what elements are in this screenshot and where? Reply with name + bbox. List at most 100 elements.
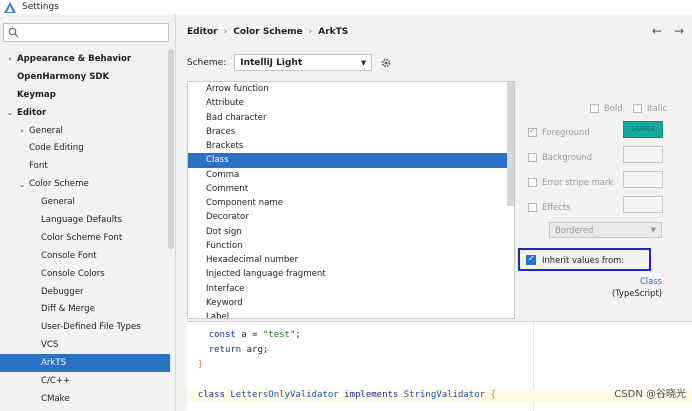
chevron-down-icon: ▼ bbox=[650, 226, 656, 234]
italic-checkbox[interactable] bbox=[633, 103, 642, 113]
list-item[interactable]: Bad character bbox=[188, 111, 514, 125]
search-input[interactable] bbox=[3, 23, 169, 42]
list-item[interactable]: Component name bbox=[188, 196, 514, 210]
sidebar-item-label: General bbox=[41, 197, 75, 208]
sidebar-item-label: Code Editing bbox=[29, 143, 84, 154]
search-icon bbox=[8, 27, 19, 38]
chevron-down-icon: ▼ bbox=[360, 58, 367, 67]
sidebar-item-label: Debugger bbox=[41, 286, 84, 297]
code-line: const a = "test"; bbox=[208, 330, 301, 340]
list-item[interactable]: Dot sign bbox=[188, 225, 514, 239]
forward-arrow-icon[interactable]: → bbox=[674, 24, 684, 38]
chevron-down-icon[interactable]: ⌄ bbox=[17, 180, 27, 189]
background-option[interactable]: Background bbox=[528, 152, 592, 162]
list-scrollbar[interactable] bbox=[507, 82, 514, 206]
sidebar-item[interactable]: C/C++ bbox=[0, 372, 170, 390]
sidebar-item[interactable]: General bbox=[0, 193, 170, 211]
sidebar-item[interactable]: › General bbox=[0, 122, 170, 140]
background-color-swatch[interactable] bbox=[623, 146, 663, 163]
list-item[interactable]: Brackets bbox=[188, 139, 514, 153]
breadcrumb-separator: › bbox=[223, 27, 228, 37]
effects-type-dropdown[interactable]: Bordered ▼ bbox=[549, 222, 662, 238]
settings-tree: › Appearance & Behavior OpenHarmony SDK Key… bbox=[0, 50, 170, 408]
sidebar-item[interactable]: Language Defaults bbox=[0, 211, 170, 229]
sidebar-item[interactable]: Code Editing bbox=[0, 139, 170, 157]
nav-arrows: ← → bbox=[652, 24, 684, 38]
sidebar-item[interactable]: Diff & Merge bbox=[0, 300, 170, 318]
element-list: Arrow function Attribute Bad character Brac… bbox=[187, 81, 515, 319]
list-item[interactable]: Arrow function bbox=[188, 82, 514, 96]
breadcrumb-color-scheme: Color Scheme bbox=[233, 27, 303, 37]
watermark: CSDN @谷晓光 bbox=[614, 389, 686, 400]
chevron-down-icon[interactable]: ⌄ bbox=[5, 108, 15, 117]
window-title: Settings bbox=[22, 2, 59, 12]
sidebar-item[interactable]: User-Defined File Types bbox=[0, 318, 170, 336]
sidebar-item[interactable]: Color Scheme Font bbox=[0, 229, 170, 247]
foreground-checkbox[interactable] bbox=[528, 126, 537, 137]
list-item[interactable]: Comma bbox=[188, 168, 514, 182]
background-label: Background bbox=[542, 152, 592, 162]
chevron-right-icon[interactable]: › bbox=[17, 126, 27, 135]
bold-label: Bold bbox=[604, 103, 623, 113]
settings-sidebar: › Appearance & Behavior OpenHarmony SDK Key… bbox=[0, 14, 176, 411]
sidebar-item[interactable]: VCS bbox=[0, 336, 170, 354]
list-item[interactable]: Injected language fragment bbox=[188, 267, 514, 281]
sidebar-item[interactable]: Keymap bbox=[0, 86, 170, 104]
back-arrow-icon[interactable]: ← bbox=[652, 24, 662, 38]
error-stripe-checkbox[interactable] bbox=[528, 177, 537, 187]
sidebar-item-label: Appearance & Behavior bbox=[17, 53, 132, 64]
window-titlebar: Settings bbox=[0, 0, 692, 14]
foreground-label: Foreground bbox=[542, 127, 590, 137]
scheme-dropdown[interactable]: IntelliJ Light ▼ bbox=[234, 54, 373, 71]
inherit-source-link[interactable]: Class bbox=[640, 276, 662, 286]
sidebar-item[interactable]: Font bbox=[0, 157, 170, 175]
list-item[interactable]: Function bbox=[188, 239, 514, 253]
inherit-checkbox[interactable] bbox=[526, 254, 536, 265]
sidebar-item-label: User-Defined File Types bbox=[41, 322, 141, 333]
sidebar-item[interactable]: Console Colors bbox=[0, 265, 170, 283]
code-line: return arg; bbox=[208, 345, 269, 355]
sidebar-item[interactable]: Console Font bbox=[0, 247, 170, 265]
gear-icon[interactable] bbox=[380, 57, 392, 69]
italic-option[interactable]: Italic bbox=[633, 103, 667, 113]
sidebar-item-label: Console Colors bbox=[41, 268, 105, 279]
sidebar-item-label: Keymap bbox=[17, 89, 56, 100]
sidebar-item[interactable]: › Appearance & Behavior bbox=[0, 50, 170, 68]
inherit-source-language: (TypeScript) bbox=[611, 288, 662, 298]
sidebar-item[interactable]: ⌄ Editor bbox=[0, 104, 170, 122]
sidebar-item-label: Editor bbox=[17, 107, 47, 118]
chevron-right-icon[interactable]: › bbox=[5, 54, 15, 63]
list-item[interactable]: Attribute bbox=[188, 96, 514, 110]
bold-option[interactable]: Bold bbox=[590, 103, 623, 113]
list-item[interactable]: Keyword bbox=[188, 296, 514, 310]
sidebar-item-label: Color Scheme Font bbox=[41, 232, 123, 243]
effects-color-swatch[interactable] bbox=[623, 196, 663, 213]
list-item[interactable]: Decorator bbox=[188, 210, 514, 224]
sidebar-item[interactable]: OpenHarmony SDK bbox=[0, 68, 170, 86]
list-item[interactable]: Interface bbox=[188, 282, 514, 296]
sidebar-item-label: C/C++ bbox=[41, 375, 71, 386]
sidebar-item[interactable]: ⌄ Color Scheme bbox=[0, 175, 170, 193]
sidebar-item[interactable]: CMake bbox=[0, 390, 170, 408]
background-checkbox[interactable] bbox=[528, 152, 537, 162]
breadcrumb-editor: Editor bbox=[187, 27, 218, 37]
list-item[interactable]: Hexadecimal number bbox=[188, 253, 514, 267]
error-stripe-option[interactable]: Error stripe mark bbox=[528, 177, 613, 187]
sidebar-scrollbar[interactable] bbox=[168, 49, 174, 249]
foreground-color-swatch[interactable]: 16A89A bbox=[623, 121, 663, 138]
inherit-option[interactable]: Inherit values from: bbox=[518, 248, 651, 271]
foreground-option[interactable]: Foreground bbox=[528, 126, 590, 137]
sidebar-item-label: Language Defaults bbox=[41, 214, 123, 225]
bold-checkbox[interactable] bbox=[590, 103, 599, 113]
list-item[interactable]: Comment bbox=[188, 182, 514, 196]
sidebar-item-label: Console Font bbox=[41, 250, 97, 261]
list-item[interactable]: Class bbox=[188, 153, 514, 168]
sidebar-item[interactable]: ArkTS bbox=[0, 354, 170, 373]
list-item[interactable]: Braces bbox=[188, 125, 514, 139]
list-item[interactable]: Label bbox=[188, 310, 514, 318]
effects-option[interactable]: Effects bbox=[528, 202, 570, 212]
sidebar-item[interactable]: Debugger bbox=[0, 283, 170, 301]
error-stripe-color-swatch[interactable] bbox=[623, 171, 663, 188]
effects-checkbox[interactable] bbox=[528, 202, 537, 212]
attributes-panel: Bold Italic Foreground 16A89A Background… bbox=[516, 81, 692, 319]
